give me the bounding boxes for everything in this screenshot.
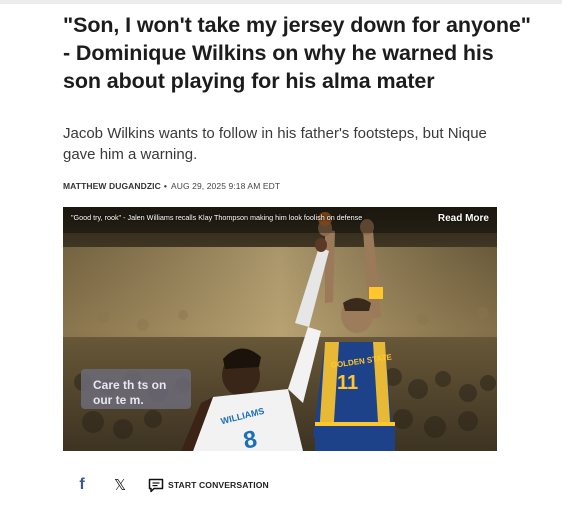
byline: MATTHEW DUGANDZIC • AUG 29, 2025 9:18 AM E… [63,181,280,191]
article-subheadline: Jacob Wilkins wants to follow in his fat… [63,125,487,163]
video-thumbnail: Care th ts on our te m. GOLDEN STATE 11 [63,207,497,451]
svg-text:our te m.: our te m. [93,393,144,407]
svg-text:11: 11 [337,372,358,394]
byline-separator: • [163,181,167,191]
share-bar: f 𝕏 START CONVERSATION [72,474,269,496]
start-conversation-button[interactable]: START CONVERSATION [148,478,269,493]
video-title[interactable]: "Good try, rook" - Jalen Williams recall… [71,213,362,222]
x-icon[interactable]: 𝕏 [110,475,130,495]
svg-text:Care th ts on: Care th ts on [93,378,166,392]
video-player[interactable]: Care th ts on our te m. GOLDEN STATE 11 [63,207,497,451]
start-conversation-label: START CONVERSATION [168,480,269,490]
read-more-link[interactable]: Read More [438,213,489,224]
author-name[interactable]: MATTHEW DUGANDZIC [63,181,161,191]
publish-date: AUG 29, 2025 9:18 AM EDT [170,181,281,191]
facebook-icon[interactable]: f [72,475,92,495]
comment-icon [148,478,164,492]
top-divider [0,0,562,4]
article-headline: "Son, I won't take my jersey down for an… [63,13,531,93]
